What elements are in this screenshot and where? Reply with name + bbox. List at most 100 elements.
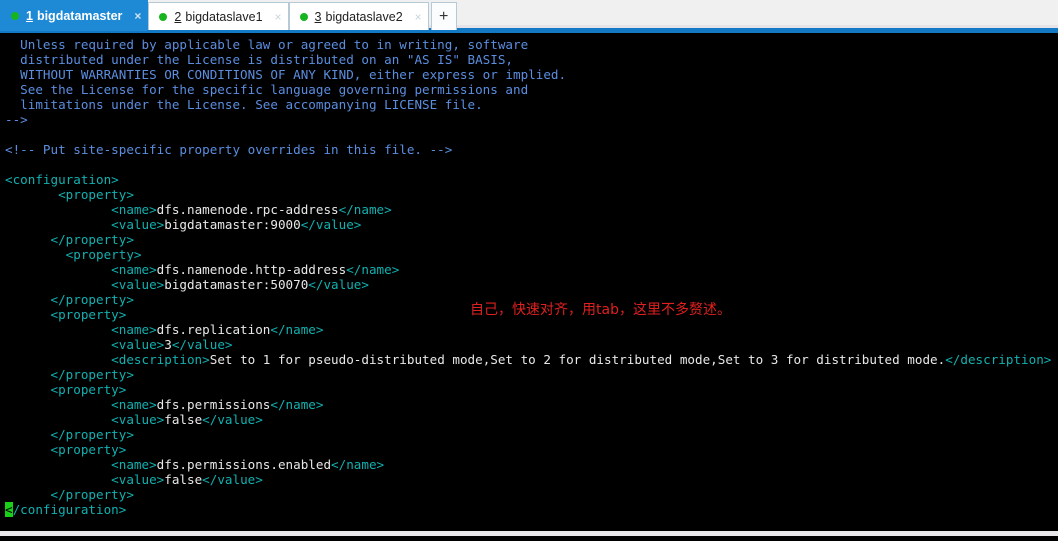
tab-title: bigdatamaster	[36, 9, 123, 23]
xml-tag: </property>	[50, 232, 134, 247]
editor-line: </property>	[5, 232, 1058, 247]
terminal-screen[interactable]: Unless required by applicable law or agr…	[0, 33, 1058, 536]
annotation-text: 自己，快速对齐，用tab，这里不多赘述。	[470, 302, 731, 318]
editor-line: <value>bigdatamaster:50070</value>	[5, 277, 1058, 292]
xml-tag: <value>	[111, 217, 165, 232]
xml-tag: </property>	[50, 427, 134, 442]
xml-tag: <property>	[50, 382, 127, 397]
editor-text-area[interactable]: Unless required by applicable law or agr…	[0, 37, 1058, 517]
xml-tag: <description>	[111, 352, 210, 367]
close-icon[interactable]: ×	[275, 11, 282, 23]
editor-line: <description>Set to 1 for pseudo-distrib…	[5, 352, 1058, 367]
xml-tag: </value>	[171, 337, 233, 352]
tab-number: 1	[26, 9, 33, 23]
xml-tag: /configuration>	[12, 502, 127, 517]
xml-tag: <name>	[111, 457, 157, 472]
editor-line: limitations under the License. See accom…	[5, 97, 1058, 112]
xml-value: dfs.replication	[156, 322, 271, 337]
xml-tag: <value>	[111, 277, 165, 292]
editor-line: WITHOUT WARRANTIES OR CONDITIONS OF ANY …	[5, 67, 1058, 82]
xml-comment: WITHOUT WARRANTIES OR CONDITIONS OF ANY …	[20, 67, 567, 82]
xml-tag: <name>	[111, 202, 157, 217]
close-icon[interactable]: ×	[415, 11, 422, 23]
terminal-tab-bigdatamaster[interactable]: 1 bigdatamaster ×	[0, 0, 149, 31]
xml-tag: <value>	[111, 337, 165, 352]
tab-title: bigdataslave1	[185, 9, 263, 24]
xml-value: dfs.permissions	[156, 397, 271, 412]
xml-tag: </value>	[300, 217, 362, 232]
editor-line: <value>bigdatamaster:9000</value>	[5, 217, 1058, 232]
xml-tag: <property>	[50, 442, 127, 457]
editor-line: <!-- Put site-specific property override…	[5, 142, 1058, 157]
text-cursor: <	[5, 502, 13, 517]
editor-line: <property>	[5, 247, 1058, 262]
xml-value: dfs.namenode.http-address	[156, 262, 347, 277]
terminal-tab-bigdataslave1[interactable]: 2 bigdataslave1 ×	[148, 2, 289, 30]
xml-tag: </property>	[50, 487, 134, 502]
xml-tag: </name>	[270, 397, 324, 412]
editor-line: </property>	[5, 487, 1058, 502]
xml-tag: </value>	[202, 412, 263, 427]
editor-line: <name>dfs.permissions</name>	[5, 397, 1058, 412]
close-icon[interactable]: ×	[134, 10, 141, 22]
xml-comment: -->	[5, 112, 28, 127]
xml-comment: limitations under the License. See accom…	[20, 97, 483, 112]
xml-tag: <property>	[50, 307, 127, 322]
xml-value: dfs.permissions.enabled	[156, 457, 332, 472]
xml-tag: <configuration>	[5, 172, 119, 187]
editor-line: <value>3</value>	[5, 337, 1058, 352]
xml-tag: </value>	[202, 472, 263, 487]
editor-line: <value>false</value>	[5, 472, 1058, 487]
xml-tag: </property>	[50, 367, 134, 382]
editor-line: <name>dfs.replication</name>	[5, 322, 1058, 337]
tab-bar: 1 bigdatamaster × 2 bigdataslave1 × 3 bigdatasl…	[0, 0, 1058, 33]
xml-comment: See the License for the specific languag…	[20, 82, 529, 97]
xml-comment: distributed under the License is distrib…	[20, 52, 514, 67]
editor-line: <property>	[5, 442, 1058, 457]
xml-tag: </name>	[331, 457, 385, 472]
xml-tag: <property>	[58, 187, 134, 202]
new-tab-button[interactable]: +	[430, 2, 457, 30]
xml-tag: </name>	[338, 202, 392, 217]
xml-value: false	[164, 412, 203, 427]
xml-value: bigdatamaster:50070	[164, 277, 309, 292]
xml-tag: </property>	[50, 292, 134, 307]
editor-line: </configuration>	[5, 502, 1058, 517]
window-bottom-edge	[0, 531, 1058, 536]
editor-line: See the License for the specific languag…	[5, 82, 1058, 97]
editor-line: </property>	[5, 427, 1058, 442]
editor-line: <value>false</value>	[5, 412, 1058, 427]
editor-line: distributed under the License is distrib…	[5, 52, 1058, 67]
xml-tag: </name>	[270, 322, 324, 337]
terminal-tab-bigdataslave2[interactable]: 3 bigdataslave2 ×	[288, 2, 429, 30]
xml-value: false	[164, 472, 203, 487]
xml-tag: </name>	[346, 262, 400, 277]
editor-line: <name>dfs.namenode.rpc-address</name>	[5, 202, 1058, 217]
xml-tag: <name>	[111, 397, 157, 412]
editor-line: <property>	[5, 187, 1058, 202]
xml-tag: </value>	[308, 277, 369, 292]
